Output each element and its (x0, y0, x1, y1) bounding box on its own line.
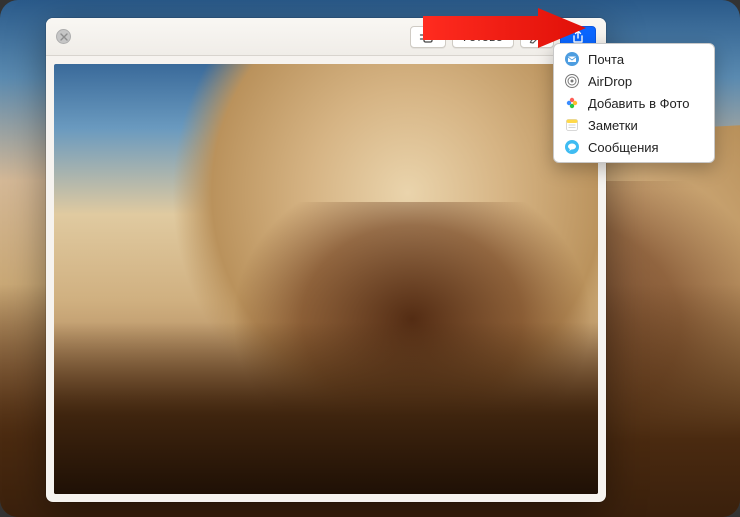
menu-item-label: AirDrop (588, 74, 632, 89)
done-button-label: Готово (463, 29, 503, 44)
menu-item-label: Сообщения (588, 140, 659, 155)
screenshot-preview-window: Готово (46, 18, 606, 502)
markup-icon (529, 30, 545, 44)
photos-icon (564, 95, 580, 111)
mail-icon (564, 51, 580, 67)
crop-button[interactable] (410, 26, 446, 48)
markup-button[interactable] (520, 26, 554, 48)
share-menu-item-notes[interactable]: Заметки (554, 114, 714, 136)
notes-icon (564, 117, 580, 133)
share-menu-item-photos[interactable]: Добавить в Фото (554, 92, 714, 114)
share-menu: Почта AirDrop Добавить в Фото (553, 43, 715, 163)
share-menu-item-mail[interactable]: Почта (554, 48, 714, 70)
close-button[interactable] (56, 29, 71, 44)
messages-icon (564, 139, 580, 155)
close-icon (60, 33, 68, 41)
share-menu-item-airdrop[interactable]: AirDrop (554, 70, 714, 92)
share-icon (571, 30, 585, 44)
menu-item-label: Добавить в Фото (588, 96, 689, 111)
done-button[interactable]: Готово (452, 26, 514, 48)
menu-item-label: Почта (588, 52, 624, 67)
window-titlebar: Готово (46, 18, 606, 56)
airdrop-icon (564, 73, 580, 89)
share-menu-item-messages[interactable]: Сообщения (554, 136, 714, 158)
menu-item-label: Заметки (588, 118, 638, 133)
screenshot-content (54, 64, 598, 494)
crop-icon (419, 30, 437, 44)
